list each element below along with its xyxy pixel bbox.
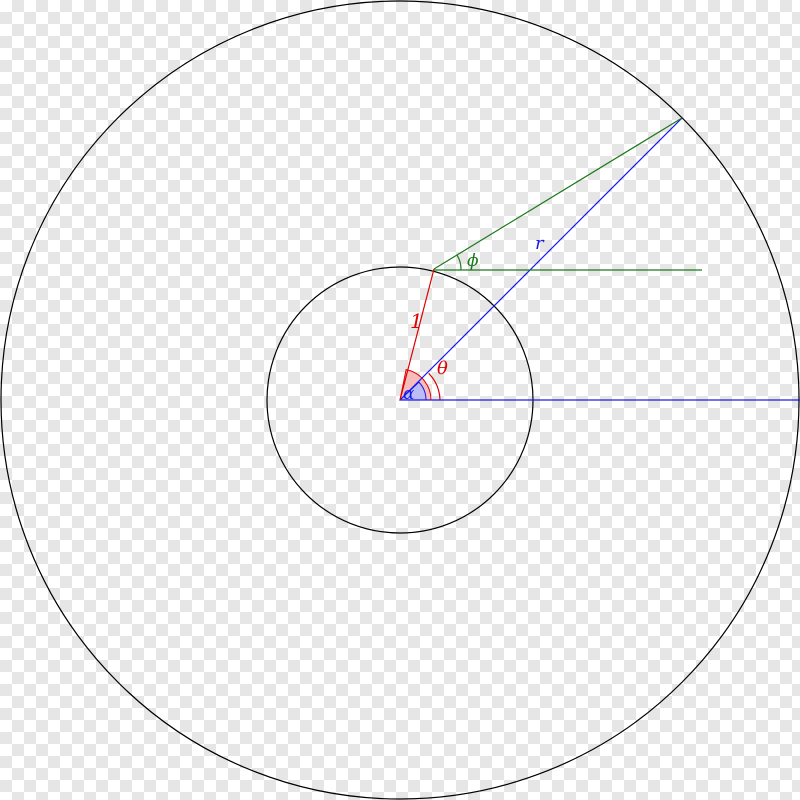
theta-label: θ: [437, 358, 448, 379]
phi-label: ϕ: [467, 251, 479, 271]
alpha-label: α: [403, 384, 415, 404]
phi-arc: [456, 254, 462, 271]
polar-diagram: 1 r θ α ϕ: [0, 0, 800, 800]
green-connector-line: [433, 117, 683, 270]
unit-radius-label: 1: [410, 309, 423, 333]
radius-r-label: r: [535, 233, 545, 254]
